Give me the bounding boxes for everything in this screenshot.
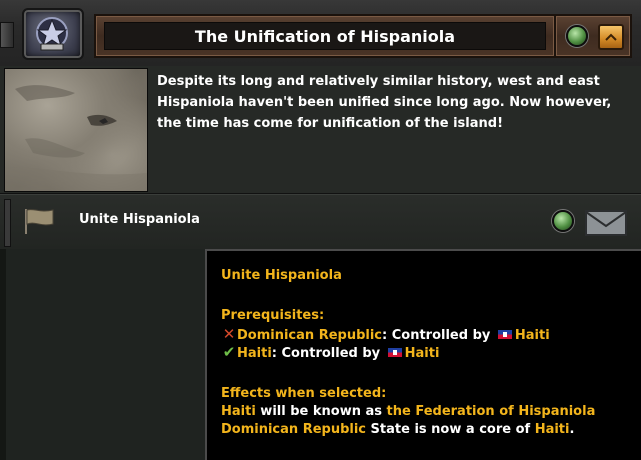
prereq-text: : Controlled by — [271, 346, 385, 361]
effect-subject: Haiti — [221, 404, 256, 419]
row-rail — [4, 199, 11, 247]
prereq-text: : Controlled by — [382, 328, 495, 343]
description-panel: Despite its long and relatively similar … — [0, 66, 641, 194]
decision-category-title: The Unification of Hispaniola — [194, 26, 456, 46]
header-rail — [0, 22, 14, 48]
haiti-flag-icon — [387, 348, 402, 357]
flag-icon — [25, 209, 54, 234]
decision-row[interactable]: Unite Hispaniola — [0, 194, 641, 249]
green-status-icon — [566, 25, 588, 47]
effect-target: Haiti — [534, 422, 570, 437]
collapse-button[interactable] — [598, 24, 624, 50]
effect-text: will be known as — [255, 404, 387, 419]
title-plate: The Unification of Hispaniola — [94, 14, 556, 58]
green-status-icon — [552, 210, 574, 232]
decision-tooltip: Unite Hispaniola Prerequisites: ✕ Dominic… — [205, 249, 641, 460]
decision-list-background — [0, 249, 205, 460]
effect-row: Dominican Republic State is now a core o… — [221, 421, 574, 439]
effects-label: Effects when selected: — [221, 386, 387, 401]
effect-row: Haiti will be known as the Federation of… — [221, 403, 595, 421]
prerequisite-row: ✔ Haiti: Controlled by Haiti — [221, 343, 440, 363]
effect-subject: Dominican Republic — [221, 422, 367, 437]
envelope-icon[interactable] — [584, 207, 628, 237]
cross-icon: ✕ — [222, 325, 236, 343]
prereq-target: Haiti — [404, 346, 440, 361]
prerequisite-row: ✕ Dominican Republic: Controlled by Haiti — [221, 325, 550, 345]
decision-category-emblem-icon — [22, 8, 84, 60]
prerequisites-label: Prerequisites: — [221, 308, 325, 323]
effect-end: . — [569, 422, 575, 437]
decision-category-description: Despite its long and relatively similar … — [157, 74, 612, 131]
haiti-flag-icon — [497, 330, 512, 339]
prereq-target: Haiti — [514, 328, 550, 343]
prereq-subject: Dominican Republic — [237, 328, 383, 343]
checkmark-icon: ✔ — [222, 343, 236, 361]
effect-target: the Federation of Hispaniola — [386, 404, 596, 419]
tooltip-title: Unite Hispaniola — [221, 268, 342, 283]
effect-text: State is now a core of — [366, 422, 535, 437]
decision-category-header: The Unification of Hispaniola — [0, 0, 641, 67]
caribbean-map-picture — [4, 68, 148, 192]
chevron-up-icon — [605, 33, 617, 41]
prereq-subject: Haiti — [237, 346, 272, 361]
decision-name: Unite Hispaniola — [79, 212, 200, 227]
header-controls — [554, 14, 632, 58]
